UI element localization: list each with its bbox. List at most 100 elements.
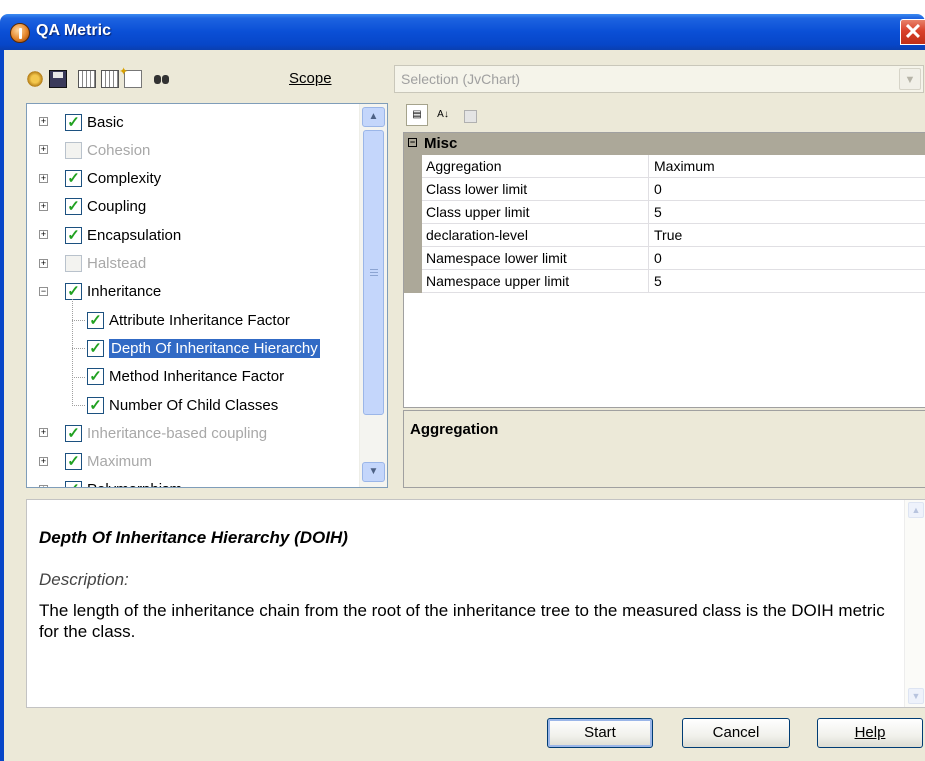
start-button[interactable]: Start xyxy=(547,718,653,748)
grid-copy-icon[interactable] xyxy=(78,70,96,88)
tree-item-checkbox[interactable]: ✓ xyxy=(65,198,82,216)
new-item-icon[interactable] xyxy=(119,65,142,88)
tree-item[interactable]: + Cohesion xyxy=(39,139,151,161)
property-description: Aggregation xyxy=(403,410,925,488)
tree-item-checkbox[interactable]: ✓ xyxy=(65,113,82,131)
property-name: declaration-level xyxy=(426,227,528,243)
property-row[interactable]: Aggregation Maximum xyxy=(422,155,925,178)
categorized-icon[interactable]: ▤ xyxy=(406,104,428,126)
tree-item[interactable]: + Halstead xyxy=(39,253,147,275)
scroll-thumb[interactable] xyxy=(363,130,384,415)
tree-item-label: Encapsulation xyxy=(87,226,182,244)
chevron-down-icon[interactable]: ▼ xyxy=(899,68,921,90)
tree-item-checkbox[interactable]: ✓ xyxy=(65,226,82,244)
collapse-icon[interactable]: − xyxy=(408,138,417,147)
property-value[interactable]: 0 xyxy=(654,250,662,266)
column-divider xyxy=(648,224,649,247)
close-button[interactable]: ✕ xyxy=(900,19,925,45)
property-value[interactable]: 5 xyxy=(654,204,662,220)
collapse-icon[interactable]: − xyxy=(39,286,48,296)
tree-scrollbar[interactable]: ▲ ▼ xyxy=(359,104,387,487)
property-name: Class lower limit xyxy=(426,181,528,197)
property-row[interactable]: Class upper limit 5 xyxy=(422,201,925,224)
expand-icon[interactable]: + xyxy=(39,484,48,487)
property-value[interactable]: 0 xyxy=(654,181,662,197)
tree-item-checkbox[interactable]: ✓ xyxy=(65,453,82,471)
tree-item-label: Method Inheritance Factor xyxy=(109,368,285,386)
tree-item-checkbox[interactable]: ✓ xyxy=(65,481,82,487)
scroll-down-icon[interactable]: ▼ xyxy=(362,462,385,482)
tree-item[interactable]: + ✓ Encapsulation xyxy=(39,224,182,246)
expand-icon[interactable]: + xyxy=(39,117,48,126)
property-name: Namespace upper limit xyxy=(426,273,570,289)
tree-item-label: Halstead xyxy=(87,255,147,272)
property-toolbar: ▤ A↓ xyxy=(406,104,484,128)
column-divider xyxy=(648,247,649,270)
metric-tree[interactable]: ▲ ▼ + ✓ Basic + Cohesion + ✓ Complexity + ✓ Coupli… xyxy=(26,103,388,488)
tree-item[interactable]: ✓ Depth Of Inheritance Hierarchy xyxy=(72,337,320,359)
tree-item[interactable]: − ✓ Inheritance xyxy=(39,281,161,303)
cancel-button[interactable]: Cancel xyxy=(682,718,790,748)
tree-item-label: Cohesion xyxy=(87,141,151,159)
expand-icon[interactable]: + xyxy=(39,456,48,466)
tree-item[interactable]: ✓ Attribute Inheritance Factor xyxy=(72,309,290,331)
scroll-up-icon[interactable]: ▲ xyxy=(908,502,924,518)
expand-icon[interactable]: + xyxy=(39,258,48,268)
grid-margin xyxy=(404,155,422,293)
sort-alphabetical-icon[interactable]: A↓ xyxy=(432,104,454,126)
expand-icon[interactable]: + xyxy=(39,428,48,438)
property-value[interactable]: 5 xyxy=(654,273,662,289)
description-scrollbar[interactable]: ▲ ▼ xyxy=(904,500,925,707)
scope-dropdown[interactable]: Selection (JvChart) ▼ xyxy=(394,65,924,93)
scroll-up-icon[interactable]: ▲ xyxy=(362,107,385,127)
scope-value: Selection (JvChart) xyxy=(401,71,521,87)
property-grid[interactable]: − Misc Aggregation Maximum Class lower lim… xyxy=(403,132,925,408)
tree-item[interactable]: + ✓ Coupling xyxy=(39,196,146,218)
tree-connector xyxy=(72,298,73,404)
expand-icon[interactable]: + xyxy=(39,173,48,183)
tree-item-checkbox[interactable]: ✓ xyxy=(65,170,82,188)
expand-icon[interactable]: + xyxy=(39,145,48,155)
property-row[interactable]: Class lower limit 0 xyxy=(422,178,925,201)
column-divider xyxy=(648,201,649,224)
tree-item-checkbox[interactable]: ✓ xyxy=(87,311,104,329)
expand-icon[interactable]: + xyxy=(39,201,48,211)
tree-item[interactable]: + ✓ Maximum xyxy=(39,451,152,473)
tree-connector xyxy=(72,376,85,378)
column-divider xyxy=(648,178,649,201)
app-icon[interactable] xyxy=(10,23,30,43)
property-pages-icon[interactable] xyxy=(458,104,480,126)
property-name: Aggregation xyxy=(426,158,502,174)
tree-item[interactable]: + ✓ Basic xyxy=(39,111,124,133)
find-icon[interactable] xyxy=(153,70,171,88)
tree-item[interactable]: + ✓ Polymorphism xyxy=(39,479,182,487)
property-row[interactable]: declaration-level True xyxy=(422,224,925,247)
title-bar[interactable]: QA Metric ✕ xyxy=(0,14,925,50)
tree-item-checkbox[interactable]: ✓ xyxy=(87,396,104,414)
column-divider xyxy=(648,270,649,293)
property-value[interactable]: True xyxy=(654,227,682,243)
property-value[interactable]: Maximum xyxy=(654,158,715,174)
tree-item-checkbox[interactable]: ✓ xyxy=(65,283,82,301)
property-row[interactable]: Namespace lower limit 0 xyxy=(422,247,925,270)
save-icon[interactable] xyxy=(49,70,67,88)
tree-item[interactable]: + ✓ Inheritance-based coupling xyxy=(39,422,267,444)
tree-item-checkbox[interactable] xyxy=(65,141,82,159)
tree-item-checkbox[interactable]: ✓ xyxy=(65,424,82,442)
property-name: Namespace lower limit xyxy=(426,250,567,266)
tree-item[interactable]: + ✓ Complexity xyxy=(39,168,161,190)
tree-item[interactable]: ✓ Number Of Child Classes xyxy=(72,394,278,416)
tree-item-checkbox[interactable]: ✓ xyxy=(87,339,104,357)
metric-description-pane[interactable]: Depth Of Inheritance Hierarchy (DOIH) De… xyxy=(26,499,925,708)
settings-icon[interactable] xyxy=(26,70,44,88)
category-misc[interactable]: − Misc xyxy=(404,133,925,155)
tree-item-checkbox[interactable] xyxy=(65,255,82,272)
tree-connector xyxy=(72,405,85,406)
tree-item-checkbox[interactable]: ✓ xyxy=(87,368,104,386)
help-button[interactable]: Help xyxy=(817,718,923,748)
tree-item[interactable]: ✓ Method Inheritance Factor xyxy=(72,366,285,388)
grid-paste-icon[interactable] xyxy=(101,70,119,88)
property-row[interactable]: Namespace upper limit 5 xyxy=(422,270,925,293)
expand-icon[interactable]: + xyxy=(39,230,48,240)
scroll-down-icon[interactable]: ▼ xyxy=(908,688,924,704)
